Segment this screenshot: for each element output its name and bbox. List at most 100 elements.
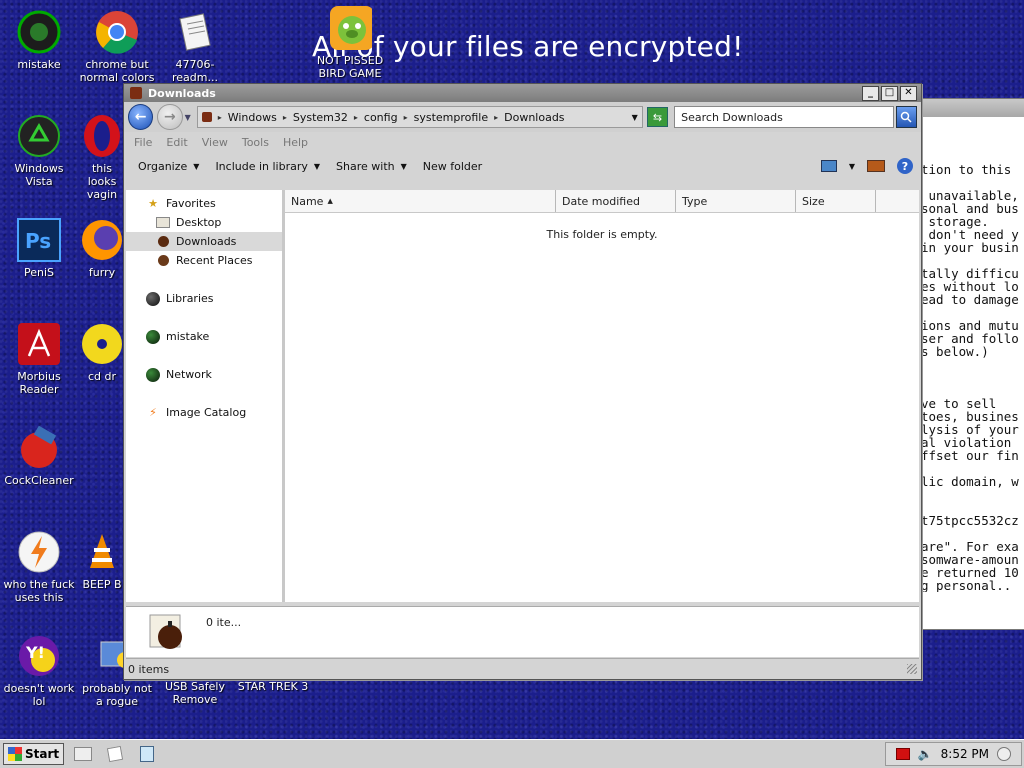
breadcrumb-windows[interactable]: Windows [228,111,277,124]
desktop-icon-windows-vista[interactable]: Windows Vista [0,114,78,188]
menu-edit[interactable]: Edit [166,136,187,149]
desktop-icon-firefox[interactable]: furry [78,218,126,279]
lightning-icon [17,530,61,574]
quick-launch-notepad-icon[interactable] [134,744,160,764]
chrome-icon [95,10,139,54]
details-pane: 0 ite... [126,606,919,657]
address-bar[interactable]: ▸ Windows ▸ System32 ▸ config ▸ systempr… [196,106,643,128]
address-dropdown-icon[interactable]: ▼ [632,113,638,122]
desktop-icon-usb-safely-remove[interactable]: USB Safely Remove [156,680,234,706]
breadcrumb-config[interactable]: config [364,111,398,124]
empty-folder-message: This folder is empty. [546,228,658,241]
menu-view[interactable]: View [202,136,228,149]
menu-bar: File Edit View Tools Help [124,132,921,152]
window-title: Downloads [148,86,216,100]
menu-tools[interactable]: Tools [242,136,269,149]
search-icon[interactable] [895,106,918,128]
nav-image-catalog[interactable]: ⚡ Image Catalog [126,403,282,422]
nav-libraries[interactable]: Libraries [126,289,282,308]
desktop-icon-mistake[interactable]: mistake [0,10,78,71]
start-button[interactable]: Start [3,743,65,765]
help-icon[interactable]: ? [897,158,913,174]
mistake-icon [17,10,61,54]
nav-mistake[interactable]: mistake [126,327,282,346]
column-type[interactable]: Type [676,190,796,212]
close-button[interactable]: ✕ [900,85,917,101]
yahoo-icon: Y! [17,634,61,678]
resize-grip-icon[interactable] [907,664,917,674]
details-text: 0 ite... [206,616,242,629]
explorer-window[interactable]: Downloads _ □ ✕ ← → ▼ ▸ Windows ▸ System… [123,83,922,680]
menu-help[interactable]: Help [283,136,308,149]
chevron-down-icon: ▼ [400,161,407,171]
ransom-note-text: tion to this unavailable, sonal and bus … [921,162,1019,592]
breadcrumb-systemprofile[interactable]: systemprofile [414,111,489,124]
tray-red-icon[interactable] [895,748,910,760]
include-in-library-button[interactable]: Include in library ▼ [211,160,324,173]
show-desktop-icon[interactable] [70,744,96,764]
svg-text:Ps: Ps [25,229,51,253]
back-button[interactable]: ← [128,104,154,130]
desktop-icon-chrome[interactable]: chrome but normal colors [78,10,156,84]
pdf-reader-icon [17,322,61,366]
nav-recent-places[interactable]: Recent Places [126,251,282,270]
desktop-icon-bird-game[interactable]: NOT PISSED BIRD GAME [311,6,389,80]
tray-extra-icon[interactable] [997,747,1011,761]
traffic-cone-icon [80,530,124,574]
system-tray: 🔈 8:52 PM [884,742,1022,766]
cleaner-icon [17,426,61,470]
desktop-icon-opera[interactable]: this looks vagin [78,114,126,201]
forward-button[interactable]: → [157,104,183,130]
downloads-large-icon [148,611,188,651]
organize-button[interactable]: Organize ▼ [134,160,203,173]
search-placeholder: Search Downloads [681,110,783,124]
ransom-note-titlebar[interactable] [919,99,1024,117]
preview-pane-icon[interactable] [867,160,885,172]
breadcrumb-downloads[interactable]: Downloads [504,111,564,124]
desktop-icon-ccleaner[interactable]: CockCleaner [0,426,78,487]
new-folder-button[interactable]: New folder [419,160,486,173]
desktop-icon-yahoo[interactable]: Y! doesn't work lol [0,634,78,708]
breadcrumb-system32[interactable]: System32 [293,111,348,124]
desktop-icon-vlc[interactable]: BEEP B [78,530,126,591]
column-date-modified[interactable]: Date modified [556,190,676,212]
cd-icon [80,322,124,366]
minimize-button[interactable]: _ [862,85,879,101]
refresh-button[interactable]: ⇆ [646,107,669,127]
star-icon: ★ [148,197,158,210]
quick-launch-doc-icon[interactable] [102,744,128,764]
desktop-icon-cd-drive[interactable]: cd dr [78,322,126,383]
change-view-icon[interactable] [820,160,837,172]
view-options-chevron-icon[interactable]: ▼ [849,162,855,171]
location-icon [201,112,212,122]
search-input[interactable]: Search Downloads [674,106,894,128]
menu-file[interactable]: File [134,136,152,149]
windows-logo-icon [8,747,22,761]
volume-icon[interactable]: 🔈 [918,747,933,761]
chevron-down-icon: ▼ [193,161,200,171]
maximize-button[interactable]: □ [881,85,898,101]
recycle-icon [17,114,61,158]
share-with-button[interactable]: Share with ▼ [332,160,411,173]
network-icon [146,367,160,382]
desktop-icon-photoshop[interactable]: Ps PeniS [0,218,78,279]
desktop-icon-readme[interactable]: 47706-readm... [156,10,234,84]
nav-desktop[interactable]: Desktop [126,213,282,232]
desktop-icon-morbius-reader[interactable]: Morbius Reader [0,322,78,396]
window-titlebar[interactable]: Downloads _ □ ✕ [124,84,921,102]
clock[interactable]: 8:52 PM [941,747,989,761]
history-dropdown-icon[interactable]: ▼ [185,113,191,122]
column-name[interactable]: Name ▲ [285,190,556,212]
desktop-icon-star-trek[interactable]: STAR TREK 3 [234,680,312,693]
desktop-icon-who-uses-this[interactable]: who the fuck uses this [0,530,78,604]
column-size[interactable]: Size [796,190,876,212]
explorer-body: ★ Favorites Desktop Downloads Recent Pla… [126,190,919,602]
firefox-icon [80,218,124,262]
item-count: 0 items [128,662,170,676]
ransom-note-window[interactable]: tion to this unavailable, sonal and bus … [918,98,1024,630]
nav-downloads[interactable]: Downloads [126,232,282,251]
nav-network[interactable]: Network [126,365,282,384]
file-list[interactable]: Name ▲ Date modified Type Size This folde… [285,190,919,602]
image-catalog-icon: ⚡ [149,406,157,419]
nav-favorites[interactable]: ★ Favorites [126,194,282,213]
